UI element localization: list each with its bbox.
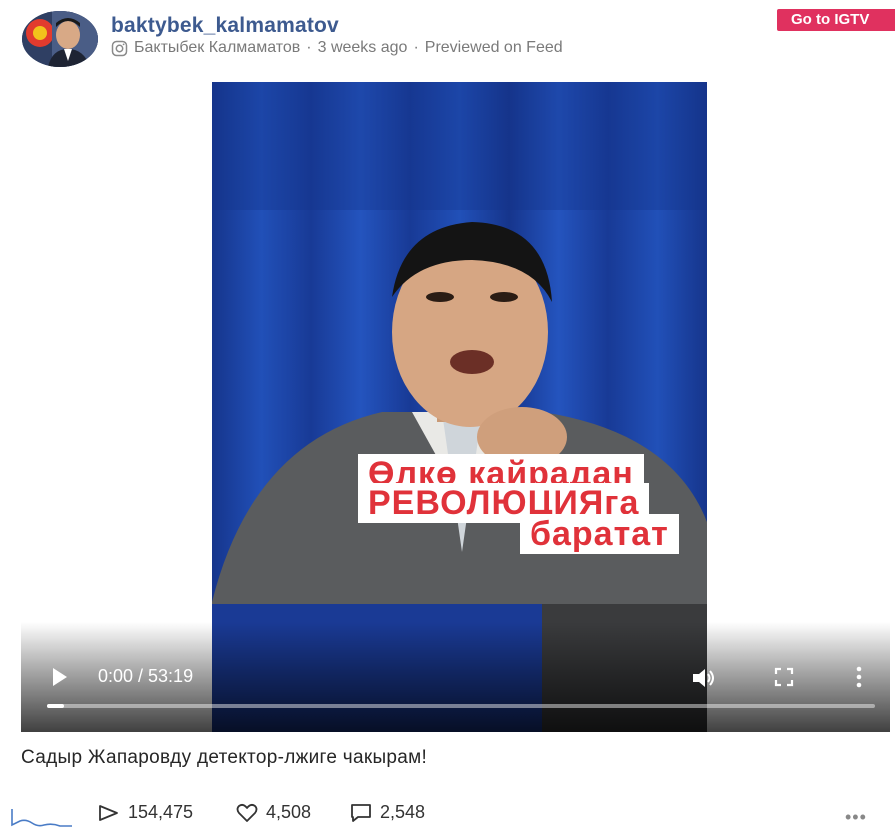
- video-controls: 0:00 / 53:19: [21, 622, 890, 732]
- meta-separator-2: ·: [413, 39, 419, 56]
- heart-icon: [236, 803, 258, 823]
- username[interactable]: baktybek_kalmamatov: [111, 14, 339, 38]
- likes-count: 4,508: [266, 802, 312, 822]
- video-player[interactable]: Өлкө кайрадан РЕВОЛЮЦИЯга баратат 0:00 /…: [21, 82, 890, 732]
- comments-stat: 2,548: [350, 802, 425, 823]
- video-title: Садыр Жапаровду детектор-лжиге чакырам!: [21, 747, 428, 768]
- comment-icon: [350, 803, 372, 823]
- views-count: 154,475: [128, 802, 194, 822]
- volume-icon[interactable]: [691, 666, 719, 690]
- meta-separator: ·: [306, 39, 312, 56]
- time-display: 0:00 / 53:19: [98, 666, 194, 686]
- likes-stat: 4,508: [236, 802, 311, 823]
- posted-ago: 3 weeks ago: [317, 39, 408, 56]
- avatar[interactable]: [22, 11, 98, 67]
- comments-count: 2,548: [380, 802, 426, 822]
- views-stat: 154,475: [98, 802, 193, 823]
- instagram-icon: [111, 40, 128, 57]
- video-caption-line-3: баратат: [520, 514, 679, 554]
- views-trend-icon[interactable]: [10, 805, 74, 829]
- play-outline-icon: [98, 804, 120, 822]
- go-to-igtv-button[interactable]: Go to IGTV: [777, 9, 895, 31]
- play-icon[interactable]: [51, 666, 71, 688]
- progress-fill: [47, 704, 64, 708]
- stats-row: 154,475 4,508 2,548 •••: [0, 795, 895, 831]
- progress-bar[interactable]: [47, 704, 875, 708]
- post-meta: Бактыбек Калмаматов · 3 weeks ago · Prev…: [111, 39, 563, 57]
- display-name: Бактыбек Калмаматов: [134, 39, 301, 56]
- preview-context: Previewed on Feed: [424, 39, 563, 56]
- more-options-button[interactable]: •••: [845, 807, 867, 828]
- fullscreen-icon[interactable]: [773, 666, 795, 688]
- more-vertical-icon[interactable]: [854, 664, 864, 690]
- post-header: baktybek_kalmamatov Бактыбек Калмаматов …: [0, 0, 895, 75]
